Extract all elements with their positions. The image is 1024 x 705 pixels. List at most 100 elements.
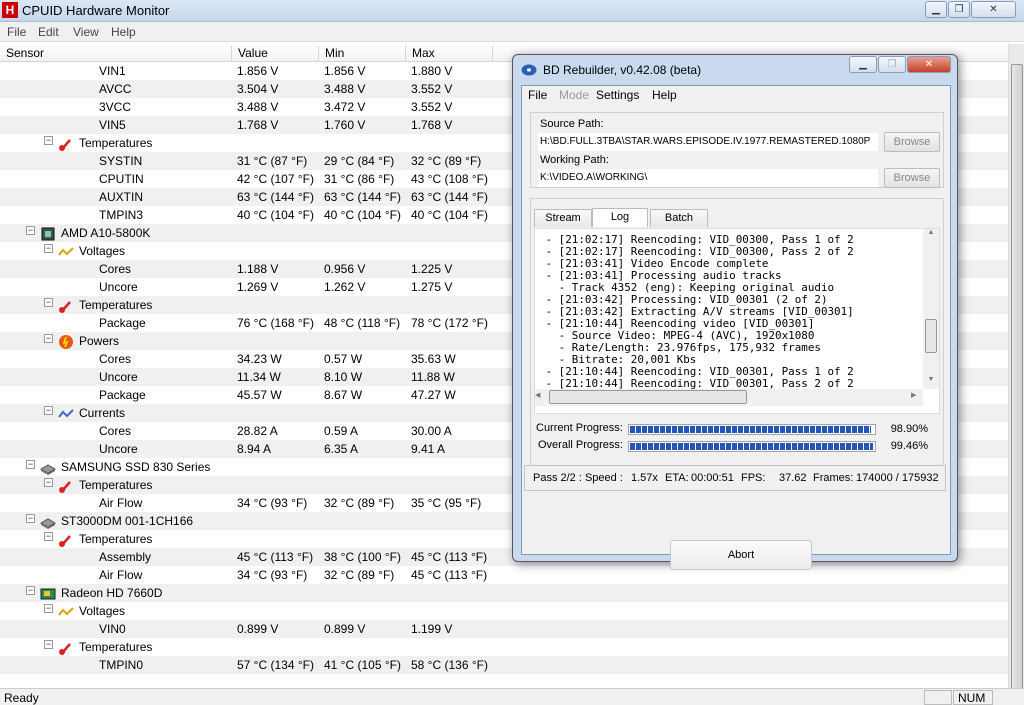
dialog-title: BD Rebuilder, v0.42.08 (beta) <box>543 63 702 77</box>
sensor-row[interactable]: VIN0 0.899 V 0.899 V 1.199 V <box>0 620 1008 638</box>
menu-bar: File Edit View Help <box>0 22 1024 42</box>
frames-label: Frames: <box>813 472 854 484</box>
disc-icon <box>521 64 537 76</box>
source-browse-button[interactable]: Browse <box>884 132 940 152</box>
collapse-toggle-icon[interactable]: − <box>44 478 53 487</box>
sensor-min: 63 °C (144 °F) <box>324 190 401 204</box>
tab-stream[interactable]: Stream <box>534 209 592 227</box>
sensor-label: AVCC <box>99 82 132 96</box>
sensor-value: 57 °C (134 °F) <box>237 658 314 672</box>
sensor-value: 1.269 V <box>237 280 279 294</box>
dialog-minimize-button[interactable]: ▁ <box>849 56 877 73</box>
sensor-row[interactable]: TMPIN0 57 °C (134 °F) 41 °C (105 °F) 58 °C … <box>0 656 1008 674</box>
working-path-label: Working Path: <box>540 154 609 166</box>
abort-button[interactable]: Abort <box>670 540 812 570</box>
scroll-down-arrow-icon[interactable]: ▼ <box>923 376 939 388</box>
sensor-label: VIN1 <box>99 64 126 78</box>
log-horizontal-scrollbar[interactable]: ◀ ▶ <box>535 389 923 406</box>
sensor-group-row[interactable]: − Temperatures <box>0 638 1008 656</box>
col-min[interactable]: Min <box>319 46 406 62</box>
sensor-value: 34 °C (93 °F) <box>237 496 308 510</box>
sensor-min: 32 °C (89 °F) <box>324 496 395 510</box>
sensor-max: 35 °C (95 °F) <box>411 496 482 510</box>
col-value[interactable]: Value <box>232 46 319 62</box>
collapse-toggle-icon[interactable]: − <box>26 460 35 469</box>
sensor-max: 1.225 V <box>411 262 453 276</box>
scroll-left-arrow-icon[interactable]: ◀ <box>535 391 547 399</box>
dialog-menu-settings[interactable]: Settings <box>596 88 639 102</box>
status-panel <box>924 690 952 705</box>
maximize-button[interactable]: ❐ <box>948 1 970 18</box>
power-icon <box>58 334 74 350</box>
dialog-maximize-button[interactable]: ❐ <box>878 56 906 73</box>
collapse-toggle-icon[interactable]: − <box>44 244 53 253</box>
working-browse-button[interactable]: Browse <box>884 168 940 188</box>
log-vscroll-thumb[interactable] <box>925 319 937 353</box>
sensor-min: 32 °C (89 °F) <box>324 568 395 582</box>
scrollbar-thumb[interactable] <box>1011 64 1023 704</box>
close-button[interactable]: ✕ <box>971 1 1016 18</box>
sensor-min: 1.856 V <box>324 64 366 78</box>
collapse-toggle-icon[interactable]: − <box>26 514 35 523</box>
sensor-min: 0.57 W <box>324 352 363 366</box>
fps-label: FPS: <box>741 472 766 484</box>
dialog-menu-help[interactable]: Help <box>652 88 677 102</box>
log-hscroll-thumb[interactable] <box>549 390 747 404</box>
sensor-max: 78 °C (172 °F) <box>411 316 488 330</box>
sensor-value: 45 °C (113 °F) <box>237 550 314 564</box>
collapse-toggle-icon[interactable]: − <box>44 136 53 145</box>
overall-progress-fill <box>630 443 873 450</box>
num-lock-indicator: NUM <box>953 690 993 705</box>
sensor-label: Temperatures <box>79 532 153 546</box>
current-icon <box>58 406 74 422</box>
sensor-min: 6.35 A <box>324 442 359 456</box>
menu-edit[interactable]: Edit <box>38 25 59 39</box>
collapse-toggle-icon[interactable]: − <box>44 334 53 343</box>
collapse-toggle-icon[interactable]: − <box>44 604 53 613</box>
source-path-field[interactable]: H:\BD.FULL.3TBA\STAR.WARS.EPISODE.IV.197… <box>538 133 878 151</box>
sensor-label: Uncore <box>99 280 138 294</box>
tab-log[interactable]: Log <box>592 208 648 227</box>
sensor-label: SYSTIN <box>99 154 143 168</box>
sensor-value: 45.57 W <box>237 388 282 402</box>
title-bar: H CPUID Hardware Monitor ▁ ❐ ✕ <box>0 0 1024 22</box>
sensor-label: Temperatures <box>79 298 153 312</box>
scroll-up-arrow-icon[interactable]: ▲ <box>923 229 939 241</box>
dialog-menu-mode[interactable]: Mode <box>559 88 589 102</box>
speed-value: 1.57x <box>631 472 658 484</box>
app-icon: H <box>2 2 18 18</box>
collapse-toggle-icon[interactable]: − <box>44 406 53 415</box>
collapse-toggle-icon[interactable]: − <box>44 640 53 649</box>
sensor-row[interactable]: Air Flow 34 °C (93 °F) 32 °C (89 °F) 45 °C … <box>0 566 1008 584</box>
main-scrollbar[interactable] <box>1008 44 1024 704</box>
menu-help[interactable]: Help <box>111 25 136 39</box>
sensor-label: VIN0 <box>99 622 126 636</box>
sensor-label: 3VCC <box>99 100 132 114</box>
sensor-max: 43 °C (108 °F) <box>411 172 488 186</box>
sensor-value: 42 °C (107 °F) <box>237 172 314 186</box>
minimize-button[interactable]: ▁ <box>925 1 947 18</box>
collapse-toggle-icon[interactable]: − <box>26 586 35 595</box>
collapse-toggle-icon[interactable]: − <box>44 532 53 541</box>
col-sensor[interactable]: Sensor <box>0 46 232 62</box>
col-max[interactable]: Max <box>406 46 493 62</box>
collapse-toggle-icon[interactable]: − <box>44 298 53 307</box>
sensor-group-row[interactable]: − Voltages <box>0 602 1008 620</box>
scroll-right-arrow-icon[interactable]: ▶ <box>911 391 923 399</box>
bd-rebuilder-window: BD Rebuilder, v0.42.08 (beta) ▁ ❐ ✕ File… <box>512 54 958 570</box>
tab-batch[interactable]: Batch <box>650 209 708 227</box>
sensor-min: 3.472 V <box>324 100 366 114</box>
working-path-field[interactable]: K:\VIDEO.A\WORKING\ <box>538 169 878 187</box>
log-panel[interactable]: - [21:02:17] Reencoding: VID_00300, Pass… <box>534 228 940 414</box>
status-bar: Ready NUM <box>0 688 1024 705</box>
sensor-label: Currents <box>79 406 126 420</box>
collapse-toggle-icon[interactable]: − <box>26 226 35 235</box>
menu-file[interactable]: File <box>7 25 26 39</box>
dialog-menu-file[interactable]: File <box>528 88 547 102</box>
gpu-icon <box>40 586 56 602</box>
encode-stats-bar: Pass 2/2 : Speed : 1.57x ETA: 00:00:51 F… <box>524 465 946 491</box>
menu-view[interactable]: View <box>73 25 99 39</box>
device-row[interactable]: − Radeon HD 7660D <box>0 584 1008 602</box>
log-vertical-scrollbar[interactable]: ▲ ▼ <box>923 229 939 389</box>
dialog-close-button[interactable]: ✕ <box>907 56 951 73</box>
